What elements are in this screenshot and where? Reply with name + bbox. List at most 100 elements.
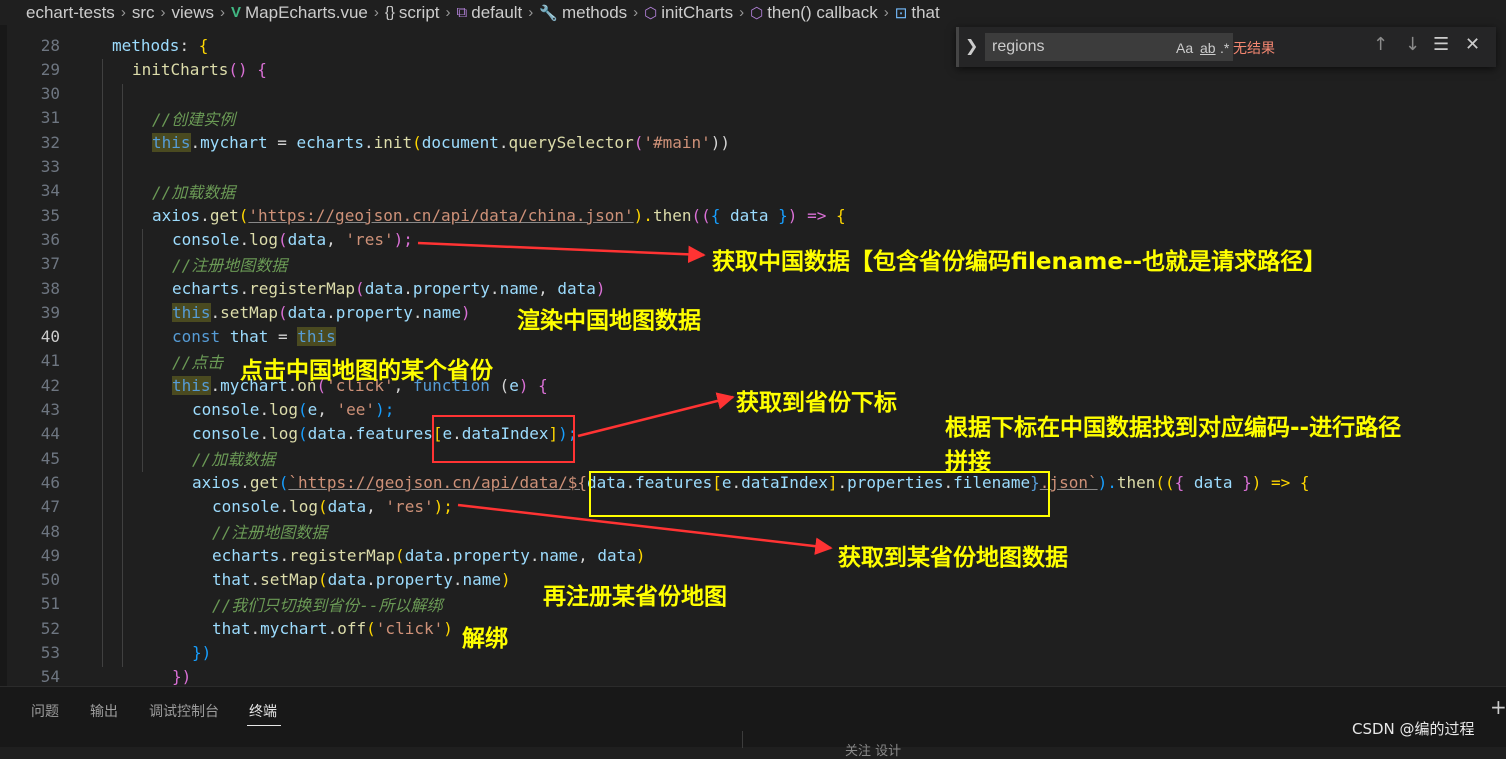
code-line[interactable]: 31 //创建实例 xyxy=(0,106,1500,130)
next-match-arrow-down-icon[interactable]: ↓ xyxy=(1405,34,1420,55)
code-line[interactable]: 33 xyxy=(0,155,1500,179)
code-token: e xyxy=(721,472,732,492)
code-line[interactable]: 53}) xyxy=(0,641,1500,665)
code-token: log xyxy=(269,400,298,419)
find-input[interactable]: regions Aa ab .* xyxy=(985,33,1233,61)
code-token: { xyxy=(257,59,267,79)
line-number: 33 xyxy=(40,157,60,176)
code-token: axios xyxy=(152,205,201,225)
code-editor[interactable]: 28 methods: {29 initCharts() {30 31//创建实例 32… xyxy=(0,25,1506,686)
code-token: ); xyxy=(558,424,578,444)
code-line[interactable]: 45 //加载数据 xyxy=(0,446,1500,470)
code-line[interactable]: 52 that.mychart.off('click') xyxy=(0,616,1500,640)
breadcrumb-item[interactable]: ⊡ that xyxy=(895,3,940,23)
line-number: 29 xyxy=(40,59,60,79)
code-line[interactable]: 50 that.setMap(data.property.name) xyxy=(0,568,1500,592)
match-case-button[interactable]: Aa xyxy=(1176,40,1193,56)
breadcrumb-chevron-icon: › xyxy=(739,4,745,21)
code-token: console xyxy=(192,424,260,444)
code-line[interactable]: 47 console.log(data, 'res'); xyxy=(0,495,1500,519)
code-line[interactable]: 30 xyxy=(0,82,1500,106)
breadcrumb-item[interactable]: echart-tests xyxy=(26,3,115,23)
code-token: ] xyxy=(548,424,559,444)
breadcrumb-item[interactable]: {} script xyxy=(385,3,440,23)
module-icon: ⧉ xyxy=(456,4,468,21)
breadcrumb-item[interactable]: views xyxy=(171,3,214,23)
panel-trailing-text: 关注 设计 xyxy=(845,744,902,759)
code-line[interactable]: 34 //加载数据 xyxy=(0,179,1500,203)
breadcrumb-item[interactable]: ⬡ then() callback xyxy=(750,3,878,23)
code-line[interactable]: 39 this.setMap(data.property.name) xyxy=(0,300,1500,324)
add-terminal-plus-icon[interactable]: + xyxy=(1490,695,1506,719)
code-token: registerMap xyxy=(249,278,356,298)
code-token: { xyxy=(835,205,846,225)
regex-button[interactable]: .* xyxy=(1220,40,1229,56)
find-widget: ❯ regions Aa ab .* 无结果 ↑ ↓ ☰ ✕ xyxy=(956,27,1496,67)
code-token: 'res' xyxy=(385,497,434,517)
code-line[interactable]: 54}) xyxy=(0,665,1500,686)
code-token: setMap xyxy=(220,302,278,322)
breadcrumb-item[interactable]: src xyxy=(132,3,155,23)
code-line[interactable]: 51 //我们只切换到省份--所以解绑 xyxy=(0,592,1500,616)
code-line[interactable]: 46 axios.get(`https://geojson.cn/api/data… xyxy=(0,470,1500,494)
tab-debug-console[interactable]: 调试控制台 xyxy=(149,701,219,721)
bottom-panel: 问题 输出 调试控制台 终端 + xyxy=(0,686,1506,748)
braces-icon: {} xyxy=(384,4,395,21)
close-find-icon[interactable]: ✕ xyxy=(1465,34,1480,55)
code-token: () xyxy=(228,59,258,79)
code-line[interactable]: 38 echarts.registerMap(data.property.name… xyxy=(0,276,1500,300)
code-token: , xyxy=(366,497,386,517)
code-text: //注册地图数据 xyxy=(172,252,287,276)
annotation-unbind: 解绑 xyxy=(462,626,508,652)
code-line[interactable]: 32 this.mychart = echarts.init(document.q… xyxy=(0,130,1500,154)
code-token: ) xyxy=(501,570,511,590)
breadcrumb-item[interactable]: 🔧 methods xyxy=(539,3,627,23)
annotation-register-province-map: 再注册某省份地图 xyxy=(543,584,727,610)
breadcrumb-item[interactable]: ⬡ initCharts xyxy=(644,3,733,23)
previous-match-arrow-up-icon[interactable]: ↑ xyxy=(1373,34,1388,55)
code-token: . xyxy=(279,497,290,517)
line-number: 46 xyxy=(40,472,60,492)
tab-terminal[interactable]: 终端 xyxy=(249,701,277,721)
breadcrumb-chevron-icon: › xyxy=(120,4,126,21)
whole-word-button[interactable]: ab xyxy=(1200,40,1216,56)
find-in-selection-icon[interactable]: ☰ xyxy=(1433,34,1449,55)
code-token: const xyxy=(172,327,221,347)
code-token: 'ee' xyxy=(336,400,376,419)
code-line[interactable]: 49 echarts.registerMap(data.property.name… xyxy=(0,543,1500,567)
line-number: 35 xyxy=(40,205,60,225)
tab-problems[interactable]: 问题 xyxy=(31,701,59,721)
code-token: . xyxy=(452,424,462,444)
code-text: axios.get('https://geojson.cn/api/data/c… xyxy=(152,206,846,225)
code-token: data xyxy=(1193,472,1233,492)
code-token: off xyxy=(337,618,367,638)
line-number: 45 xyxy=(40,448,60,468)
line-number: 42 xyxy=(40,375,60,395)
code-token: [ xyxy=(712,472,722,492)
code-token: . xyxy=(366,570,376,590)
code-line[interactable]: 35 axios.get('https://geojson.cn/api/data… xyxy=(0,203,1500,227)
code-token: console xyxy=(172,229,240,249)
code-line[interactable]: 40 const that = this xyxy=(0,325,1500,349)
code-text: that.mychart.off('click') xyxy=(212,619,453,638)
breadcrumb-label: MapEcharts.vue xyxy=(245,2,368,22)
toggle-replace-chevron-icon[interactable]: ❯ xyxy=(965,36,978,55)
tab-output[interactable]: 输出 xyxy=(90,701,118,721)
code-token: e xyxy=(307,400,318,419)
code-token: { xyxy=(198,35,209,55)
code-token: dataIndex xyxy=(461,424,549,444)
code-line[interactable]: 41 //点击 xyxy=(0,349,1500,373)
code-token: that xyxy=(229,327,269,347)
breadcrumb-item[interactable]: ⧉ default xyxy=(457,3,523,23)
breadcrumb-label: then() callback xyxy=(767,2,878,22)
code-token: that xyxy=(212,570,251,590)
breadcrumb-item[interactable]: V MapEcharts.vue xyxy=(231,3,368,23)
code-token: ( xyxy=(317,570,328,590)
code-token: then xyxy=(652,205,692,225)
code-token: . xyxy=(279,545,290,565)
code-line[interactable]: 48 //注册地图数据 xyxy=(0,519,1500,543)
code-token: data xyxy=(287,229,327,249)
code-token: name xyxy=(462,570,502,590)
code-token: data xyxy=(327,497,367,517)
code-token: //注册地图数据 xyxy=(212,523,328,542)
